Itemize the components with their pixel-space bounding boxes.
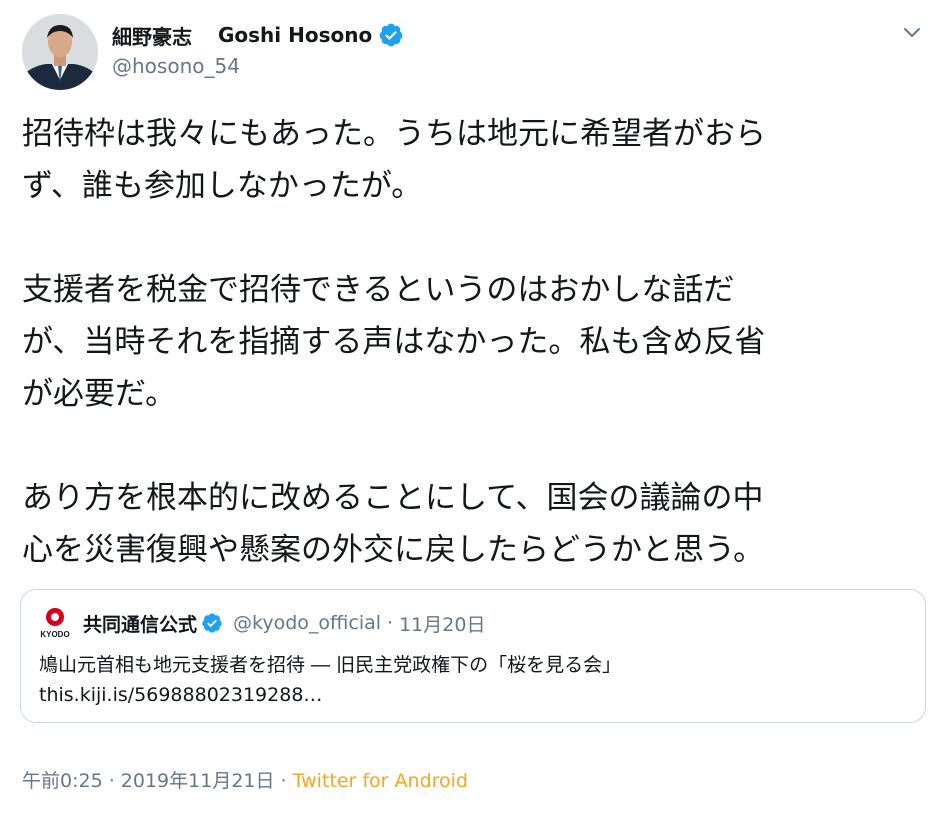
quoted-author-name[interactable]: 共同通信公式 [83,610,197,637]
verified-badge-icon [202,613,222,633]
tweet-line: ず、誰も参加しなかったが。 [22,168,423,204]
quoted-separator: · [387,612,394,634]
tweet-line: 招待枠は我々にもあった。うちは地元に希望者がおら [22,116,766,152]
quoted-tweet-card[interactable]: KYODO 共同通信公式 @kyodo_official · 11月20日 鳩山… [20,589,926,723]
author-name-row[interactable]: 細野豪志 Goshi Hosono [112,20,404,50]
kyodo-logo-text: KYODO [40,630,69,639]
author-name-en[interactable]: Goshi Hosono [218,23,372,47]
tweet-paragraph: 招待枠は我々にもあった。うちは地元に希望者がおら ず、誰も参加しなかったが。 [22,108,932,212]
author-handle[interactable]: @hosono_54 [112,54,240,78]
verified-badge-icon [379,23,403,47]
quoted-link[interactable]: this.kiji.is/56988802319288… [39,684,322,706]
tweet-source-link[interactable]: Twitter for Android [293,770,468,792]
chevron-down-icon[interactable] [902,22,922,42]
tweet-time[interactable]: 午前0:25 [22,770,103,792]
tweet-paragraph: あり方を根本的に改めることにして、国会の議論の中 心を災害復興や懸案の外交に戻し… [22,472,932,576]
tweet-line: 支援者を税金で招待できるというのはおかしな話だ [22,272,735,308]
avatar[interactable] [22,14,98,90]
quoted-author-handle[interactable]: @kyodo_official [233,612,381,634]
tweet-line: が、当時それを指摘する声はなかった。私も含め反省 [22,324,766,360]
tweet-paragraph: 支援者を税金で招待できるというのはおかしな話だ が、当時それを指摘する声はなかっ… [22,264,932,420]
meta-separator: · [274,770,293,792]
quoted-date[interactable]: 11月20日 [399,610,485,637]
tweet-text: 招待枠は我々にもあった。うちは地元に希望者がおら ず、誰も参加しなかったが。 支… [22,108,932,576]
quoted-tweet-body: 鳩山元首相も地元支援者を招待 ― 旧民主党政権下の「桜を見る会」 this.ki… [39,650,621,710]
tweet-line: あり方を根本的に改めることにして、国会の議論の中 [22,480,764,516]
meta-separator: · [102,770,121,792]
tweet-date[interactable]: 2019年11月21日 [121,770,275,792]
quoted-tweet-header: KYODO 共同通信公式 @kyodo_official · 11月20日 [39,606,485,640]
tweet-meta: 午前0:25 · 2019年11月21日 · Twitter for Andro… [22,766,468,793]
kyodo-logo[interactable]: KYODO [39,606,71,640]
quoted-text: 鳩山元首相も地元支援者を招待 ― 旧民主党政権下の「桜を見る会」 [39,654,622,676]
author-name-jp[interactable]: 細野豪志 [112,21,192,50]
tweet-line: が必要だ。 [22,376,177,412]
tweet-line: 心を災害復興や懸案の外交に戻したらどうかと思う。 [22,532,765,568]
